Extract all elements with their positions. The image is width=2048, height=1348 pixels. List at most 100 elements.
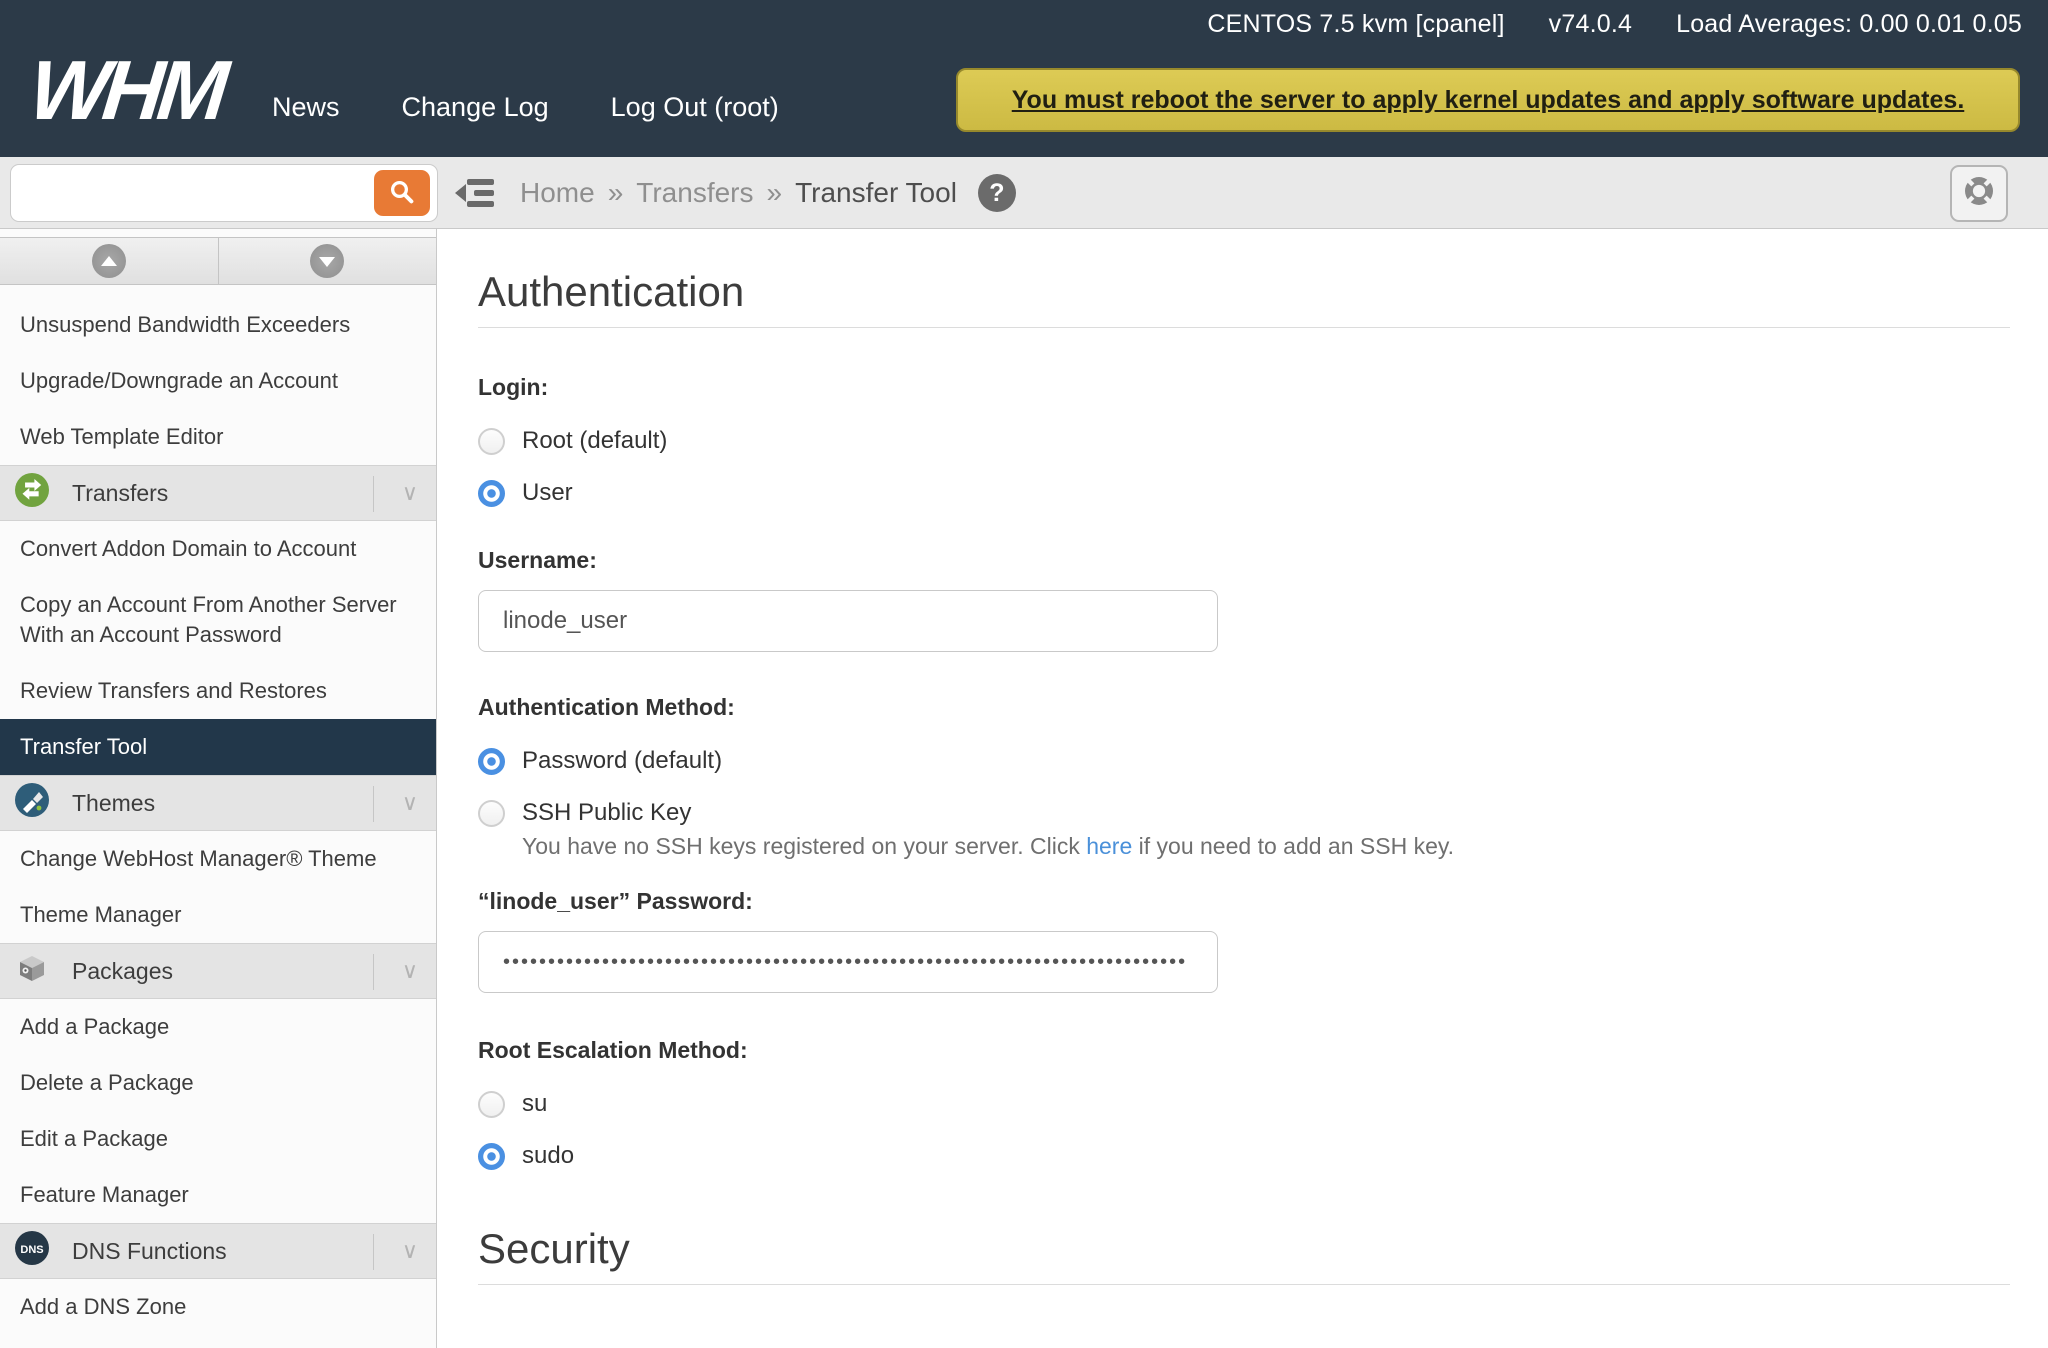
root-escalation-radio-group: su sudo [478, 1078, 2010, 1182]
themes-icon [14, 782, 50, 824]
login-user-label: User [522, 479, 573, 507]
load-averages: Load Averages: 0.00 0.01 0.05 [1676, 10, 2022, 39]
server-status: CENTOS 7.5 kvm [cpanel] v74.0.4 Load Ave… [1207, 10, 2022, 39]
nav-news[interactable]: News [272, 92, 340, 123]
sidebar-item-review-transfers[interactable]: Review Transfers and Restores [0, 663, 436, 719]
sidebar-item-theme-manager[interactable]: Theme Manager [0, 887, 436, 943]
support-button[interactable] [1950, 165, 2008, 222]
toolbar: Home » Transfers » Transfer Tool ? [0, 157, 2048, 229]
whm-version: v74.0.4 [1549, 10, 1632, 39]
chevron-down-icon[interactable]: ∨ [402, 958, 418, 984]
sidebar-item-change-whm-theme[interactable]: Change WebHost Manager® Theme [0, 831, 436, 887]
radio-unchecked-icon[interactable] [478, 800, 505, 827]
breadcrumb-separator: » [608, 177, 624, 209]
ssh-note-text: if you need to add an SSH key. [1132, 833, 1454, 859]
nav-change-log[interactable]: Change Log [402, 92, 549, 123]
section-divider [478, 1284, 2010, 1285]
sidebar-item-add-a-package[interactable]: Add a Package [0, 999, 436, 1055]
escalation-su-label: su [522, 1090, 547, 1118]
sidebar-section-label: DNS Functions [72, 1238, 227, 1265]
arrow-down-icon [310, 244, 344, 278]
login-root-option[interactable]: Root (default) [478, 415, 667, 467]
breadcrumb-home[interactable]: Home [520, 177, 595, 209]
breadcrumb-transfers[interactable]: Transfers [636, 177, 753, 209]
sidebar-item-unsuspend-bandwidth-exceeders[interactable]: Unsuspend Bandwidth Exceeders [0, 297, 436, 353]
breadcrumb: Home » Transfers » Transfer Tool ? [520, 157, 1016, 229]
sidebar-item-convert-addon-domain[interactable]: Convert Addon Domain to Account [0, 521, 436, 577]
escalation-sudo-label: sudo [522, 1142, 574, 1170]
authentication-heading: Authentication [478, 269, 2010, 315]
auth-password-option[interactable]: Password (default) [478, 735, 722, 787]
auth-method-radio-group: Password (default) SSH Public Key [478, 735, 2010, 831]
sidebar-item-transfer-tool[interactable]: Transfer Tool [0, 719, 436, 775]
sidebar-item-web-template-editor[interactable]: Web Template Editor [0, 409, 436, 465]
ssh-note-text: You have no SSH keys registered on your … [522, 833, 1086, 859]
sidebar-item-delete-a-package[interactable]: Delete a Package [0, 1055, 436, 1111]
auth-ssh-option[interactable]: SSH Public Key [478, 787, 691, 831]
username-field[interactable] [478, 590, 1218, 652]
top-bar: CENTOS 7.5 kvm [cpanel] v74.0.4 Load Ave… [0, 0, 2048, 157]
auth-password-label: Password (default) [522, 747, 722, 775]
breadcrumb-separator: » [767, 177, 783, 209]
radio-checked-icon[interactable] [478, 1143, 505, 1170]
section-divider [478, 327, 2010, 328]
main-content: Authentication Login: Root (default) Use… [437, 229, 2048, 1348]
sidebar-section-dns-functions[interactable]: DNS DNS Functions ∨ [0, 1223, 436, 1279]
scroll-up-button[interactable] [0, 238, 219, 284]
chevron-down-icon[interactable]: ∨ [402, 790, 418, 816]
radio-unchecked-icon[interactable] [478, 1091, 505, 1118]
reboot-warning-banner[interactable]: You must reboot the server to apply kern… [956, 68, 2020, 132]
auth-method-label: Authentication Method: [478, 694, 2010, 721]
chevron-down-icon[interactable]: ∨ [402, 1238, 418, 1264]
breadcrumb-current: Transfer Tool [795, 177, 957, 209]
search-input[interactable] [25, 169, 365, 217]
collapse-sidebar-icon[interactable] [452, 174, 496, 212]
life-ring-icon [1958, 170, 2000, 217]
sidebar-section-label: Packages [72, 958, 173, 985]
sidebar-section-transfers[interactable]: Transfers ∨ [0, 465, 436, 521]
password-label: “linode_user” Password: [478, 888, 2010, 915]
auth-ssh-label: SSH Public Key [522, 799, 691, 827]
login-radio-group: Root (default) User [478, 415, 2010, 519]
search-icon [387, 177, 417, 210]
escalation-sudo-option[interactable]: sudo [478, 1130, 574, 1182]
sidebar-item-edit-a-package[interactable]: Edit a Package [0, 1111, 436, 1167]
sidebar-scroll-buttons [0, 237, 436, 285]
ssh-here-link[interactable]: here [1086, 833, 1132, 859]
search-button[interactable] [374, 170, 430, 216]
login-root-label: Root (default) [522, 427, 667, 455]
sidebar: Unsuspend Bandwidth Exceeders Upgrade/Do… [0, 229, 437, 1348]
sidebar-item-feature-manager[interactable]: Feature Manager [0, 1167, 436, 1223]
radio-checked-icon[interactable] [478, 480, 505, 507]
packages-icon [14, 950, 50, 992]
dns-icon: DNS [14, 1230, 50, 1272]
help-question-icon[interactable]: ? [978, 174, 1016, 212]
username-label: Username: [478, 547, 2010, 574]
sidebar-item-upgrade-downgrade-account[interactable]: Upgrade/Downgrade an Account [0, 353, 436, 409]
escalation-su-option[interactable]: su [478, 1078, 547, 1130]
password-field[interactable] [478, 931, 1218, 993]
sidebar-section-themes[interactable]: Themes ∨ [0, 775, 436, 831]
radio-checked-icon[interactable] [478, 748, 505, 775]
root-escalation-label: Root Escalation Method: [478, 1037, 2010, 1064]
arrow-up-icon [92, 244, 126, 278]
whm-logo: WHM [25, 42, 227, 139]
sidebar-section-packages[interactable]: Packages ∨ [0, 943, 436, 999]
login-label: Login: [478, 374, 2010, 401]
sidebar-item-copy-account[interactable]: Copy an Account From Another Server With… [0, 577, 436, 663]
sidebar-section-label: Transfers [72, 480, 168, 507]
login-user-option[interactable]: User [478, 467, 573, 519]
sidebar-item-add-a-dns-zone[interactable]: Add a DNS Zone [0, 1279, 436, 1335]
sidebar-section-label: Themes [72, 790, 155, 817]
sidebar-menu: Unsuspend Bandwidth Exceeders Upgrade/Do… [0, 285, 436, 1335]
top-nav: News Change Log Log Out (root) [272, 92, 779, 123]
security-heading: Security [478, 1226, 2010, 1272]
scroll-down-button[interactable] [219, 238, 437, 284]
reboot-warning-text: You must reboot the server to apply kern… [1012, 86, 1965, 115]
search-box [10, 164, 438, 222]
ssh-key-note: You have no SSH keys registered on your … [522, 833, 2010, 860]
nav-log-out[interactable]: Log Out (root) [611, 92, 779, 123]
chevron-down-icon[interactable]: ∨ [402, 480, 418, 506]
svg-text:DNS: DNS [20, 1244, 43, 1256]
radio-unchecked-icon[interactable] [478, 428, 505, 455]
